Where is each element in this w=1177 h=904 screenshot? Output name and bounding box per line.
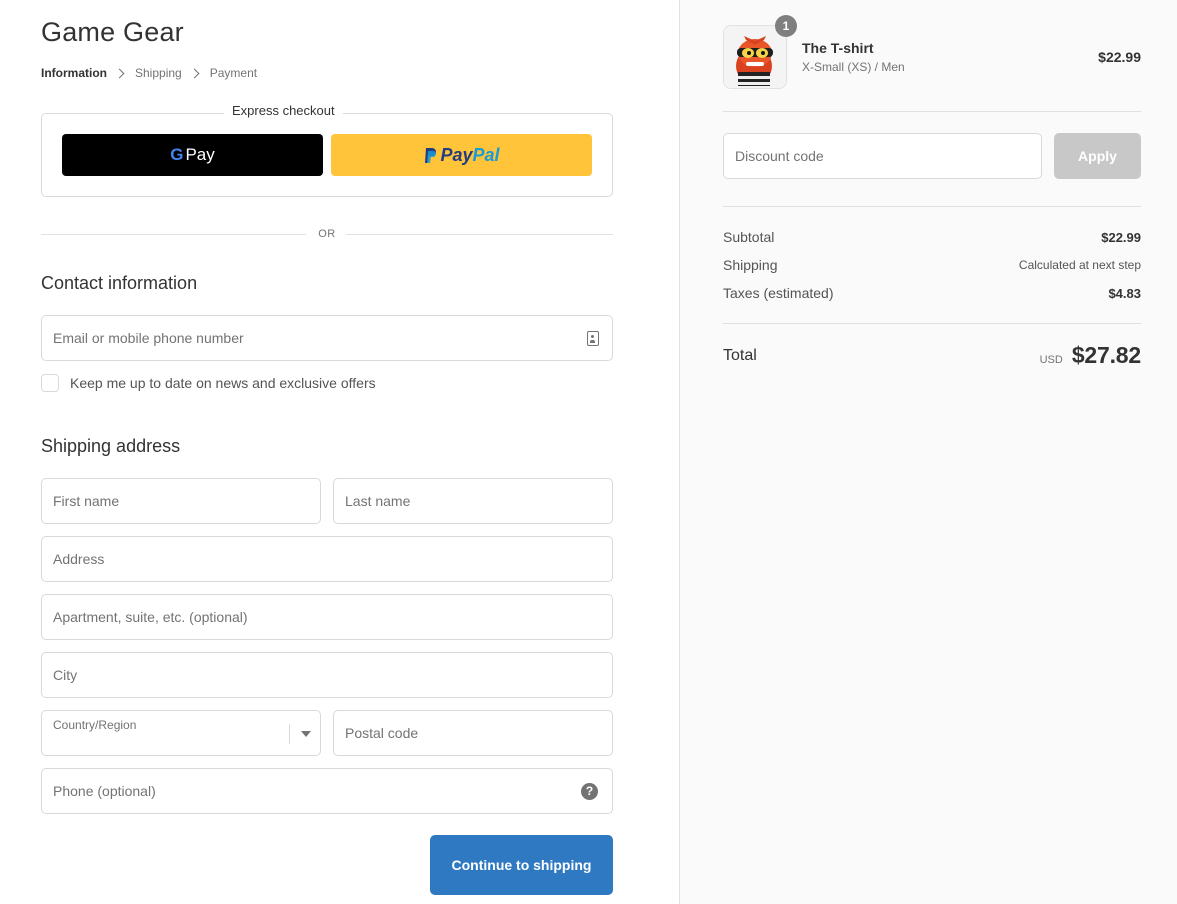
express-checkout-legend: Express checkout [224, 103, 343, 118]
email-input[interactable] [53, 316, 612, 360]
help-icon[interactable]: ? [581, 783, 598, 800]
contact-book-icon [587, 331, 599, 346]
or-label: OR [318, 228, 336, 240]
select-caret-icon[interactable] [301, 731, 311, 737]
first-name-field[interactable] [41, 478, 321, 524]
taxes-value: $4.83 [1108, 285, 1141, 301]
breadcrumb-shipping[interactable]: Shipping [135, 66, 182, 80]
chevron-right-icon [189, 68, 200, 78]
apartment-input[interactable] [53, 595, 612, 639]
taxes-label: Taxes (estimated) [723, 285, 834, 301]
product-thumbnail [723, 25, 787, 89]
city-field[interactable] [41, 652, 613, 698]
last-name-field[interactable] [333, 478, 613, 524]
google-pay-label: Pay [185, 145, 215, 164]
shipping-heading: Shipping address [41, 436, 181, 456]
postal-code-field[interactable] [333, 710, 613, 756]
main-column: Game Gear Information Shipping Payment E… [0, 0, 679, 904]
paypal-wordmark: PayPal [440, 145, 499, 166]
breadcrumb-information: Information [41, 66, 107, 80]
divider [723, 323, 1141, 324]
newsletter-label: Keep me up to date on news and exclusive… [70, 375, 376, 391]
discount-code-input[interactable] [735, 134, 1041, 178]
country-label: Country/Region [53, 718, 137, 732]
country-select[interactable]: Country/Region [41, 710, 321, 756]
phone-field[interactable]: ? [41, 768, 613, 814]
product-name: The T-shirt [802, 40, 874, 56]
product-image [724, 26, 786, 88]
chevron-right-icon [114, 68, 125, 78]
city-input[interactable] [53, 653, 612, 697]
shipping-label: Shipping [723, 257, 778, 273]
paypal-button[interactable]: PayPal [331, 134, 592, 176]
newsletter-option[interactable]: Keep me up to date on news and exclusive… [41, 374, 376, 392]
contact-heading: Contact information [41, 273, 198, 293]
product-price: $22.99 [1098, 49, 1141, 65]
total-label: Total [723, 347, 757, 364]
first-name-input[interactable] [53, 479, 320, 523]
divider-line [346, 234, 613, 235]
currency-code: USD [1039, 354, 1063, 366]
taxes-row: Taxes (estimated) $4.83 [723, 285, 1141, 301]
email-field[interactable] [41, 315, 613, 361]
product-variant: X-Small (XS) / Men [802, 60, 905, 74]
continue-to-shipping-button[interactable]: Continue to shipping [430, 835, 613, 895]
store-title[interactable]: Game Gear [41, 17, 184, 48]
breadcrumb-payment[interactable]: Payment [210, 66, 257, 80]
apply-discount-button[interactable]: Apply [1054, 133, 1141, 179]
google-pay-button[interactable]: G Pay [62, 134, 323, 176]
paypal-p-icon [425, 147, 437, 163]
breadcrumb: Information Shipping Payment [41, 66, 257, 80]
last-name-input[interactable] [345, 479, 612, 523]
shipping-value: Calculated at next step [1018, 258, 1141, 272]
divider [723, 206, 1141, 207]
quantity-badge: 1 [775, 15, 797, 37]
address-field[interactable] [41, 536, 613, 582]
address-input[interactable] [53, 537, 612, 581]
postal-code-input[interactable] [345, 711, 612, 755]
newsletter-checkbox[interactable] [41, 374, 59, 392]
discount-code-field[interactable] [723, 133, 1042, 179]
or-divider: OR [41, 226, 613, 244]
total-amount-group: USD $27.82 [940, 342, 1142, 369]
divider-line [41, 234, 306, 235]
divider [723, 111, 1141, 112]
subtotal-value: $22.99 [1101, 229, 1141, 245]
total-amount: $27.82 [1071, 342, 1141, 368]
paypal-wordmark-pay: Pay [440, 144, 473, 165]
google-g-icon: G [170, 145, 184, 164]
paypal-wordmark-pal: Pal [472, 144, 500, 165]
phone-input[interactable] [53, 769, 612, 813]
shipping-row: Shipping Calculated at next step [723, 257, 1141, 273]
subtotal-label: Subtotal [723, 229, 775, 245]
apartment-field[interactable] [41, 594, 613, 640]
subtotal-row: Subtotal $22.99 [723, 229, 1141, 245]
select-divider [289, 724, 290, 744]
